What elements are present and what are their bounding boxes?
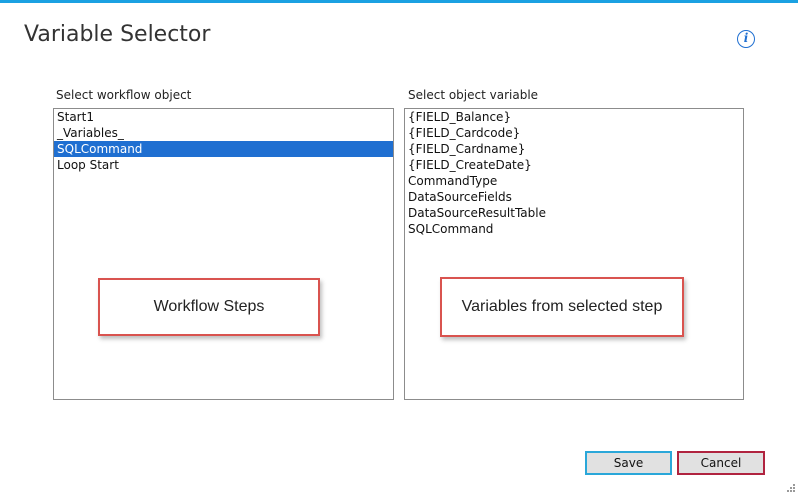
- list-item-start1[interactable]: Start1: [54, 109, 393, 125]
- list-item-datasourcefields[interactable]: DataSourceFields: [405, 189, 743, 205]
- workflow-steps-callout: Workflow Steps: [98, 278, 320, 336]
- dialog-accent-bar: [0, 0, 798, 3]
- resize-grip-icon[interactable]: [787, 484, 795, 492]
- list-item-sqlcommand[interactable]: SQLCommand: [54, 141, 393, 157]
- list-item-field-balance[interactable]: {FIELD_Balance}: [405, 109, 743, 125]
- variables-callout: Variables from selected step: [440, 277, 684, 337]
- workflow-object-label: Select workflow object: [56, 88, 192, 102]
- list-item-loop-start[interactable]: Loop Start: [54, 157, 393, 173]
- dialog-title: Variable Selector: [24, 22, 211, 47]
- object-variable-list[interactable]: {FIELD_Balance} {FIELD_Cardcode} {FIELD_…: [404, 108, 744, 400]
- list-item-commandtype[interactable]: CommandType: [405, 173, 743, 189]
- info-icon[interactable]: i: [737, 30, 755, 48]
- list-item-sqlcommand-variable[interactable]: SQLCommand: [405, 221, 743, 237]
- cancel-button[interactable]: Cancel: [677, 451, 765, 475]
- list-item-field-createdate[interactable]: {FIELD_CreateDate}: [405, 157, 743, 173]
- save-button[interactable]: Save: [585, 451, 672, 475]
- list-item-field-cardcode[interactable]: {FIELD_Cardcode}: [405, 125, 743, 141]
- list-item-variables[interactable]: _Variables_: [54, 125, 393, 141]
- object-variable-label: Select object variable: [408, 88, 539, 102]
- list-item-field-cardname[interactable]: {FIELD_Cardname}: [405, 141, 743, 157]
- workflow-object-list[interactable]: Start1 _Variables_ SQLCommand Loop Start: [53, 108, 394, 400]
- list-item-datasourceresulttable[interactable]: DataSourceResultTable: [405, 205, 743, 221]
